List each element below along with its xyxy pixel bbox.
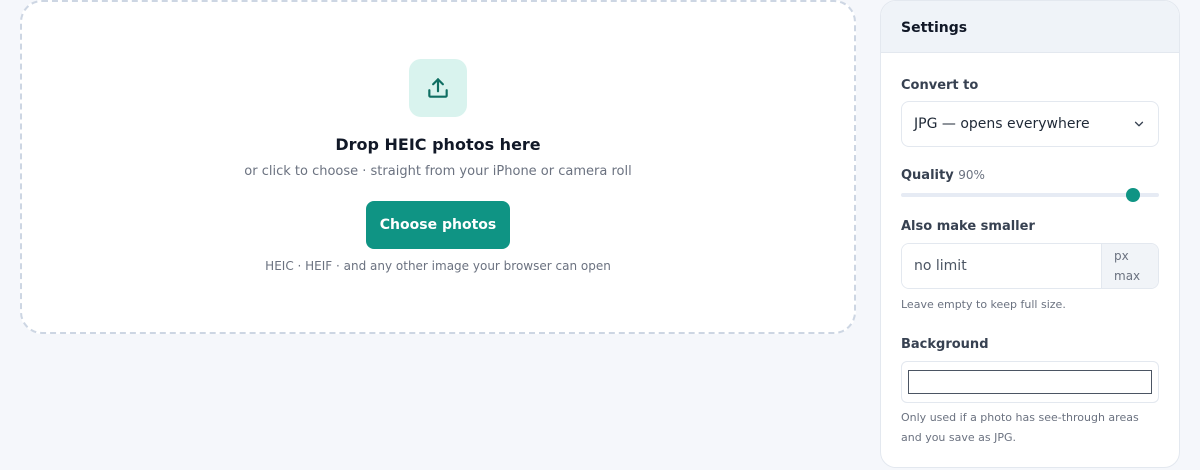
background-color-field bbox=[901, 361, 1159, 403]
upload-icon bbox=[428, 78, 448, 98]
upload-badge bbox=[409, 59, 467, 117]
chevron-down-icon bbox=[1134, 121, 1144, 127]
convert-to-label: Convert to bbox=[901, 78, 979, 93]
background-color-swatch[interactable] bbox=[908, 370, 1152, 394]
background-help-line2: and you save as JPG. bbox=[901, 431, 1017, 444]
settings-panel: Settings Convert to JPG — opens everywhe… bbox=[880, 0, 1180, 468]
supported-formats-note: HEIC · HEIF · and any other image your b… bbox=[265, 259, 611, 273]
drop-subtitle: or click to choose · straight from your … bbox=[244, 164, 632, 179]
quality-value: 90% bbox=[958, 168, 985, 182]
unit-px: px bbox=[1114, 249, 1129, 263]
choose-photos-button[interactable]: Choose photos bbox=[366, 201, 510, 249]
page: Drop HEIC photos here or click to choose… bbox=[0, 0, 1200, 470]
convert-to-select[interactable]: JPG — opens everywhere bbox=[901, 101, 1159, 147]
quality-slider-thumb[interactable] bbox=[1126, 188, 1141, 202]
convert-to-value: JPG — opens everywhere bbox=[914, 116, 1090, 132]
resize-label: Also make smaller bbox=[901, 219, 1035, 234]
quality-slider[interactable] bbox=[901, 188, 1159, 202]
quality-label-text: Quality bbox=[901, 168, 954, 183]
background-label: Background bbox=[901, 337, 989, 352]
drop-title: Drop HEIC photos here bbox=[335, 135, 541, 154]
background-help-line1: Only used if a photo has see-through are… bbox=[901, 411, 1139, 424]
max-size-unit: px max bbox=[1101, 244, 1158, 288]
drop-zone[interactable]: Drop HEIC photos here or click to choose… bbox=[20, 0, 856, 334]
settings-title: Settings bbox=[881, 1, 1179, 53]
resize-help-text: Leave empty to keep full size. bbox=[901, 298, 1066, 311]
quality-label: Quality 90% bbox=[901, 168, 985, 183]
unit-max: max bbox=[1114, 269, 1141, 283]
max-size-field: px max bbox=[901, 243, 1159, 289]
max-size-input[interactable] bbox=[902, 244, 1101, 288]
background-help-text: Only used if a photo has see-through are… bbox=[901, 408, 1139, 448]
